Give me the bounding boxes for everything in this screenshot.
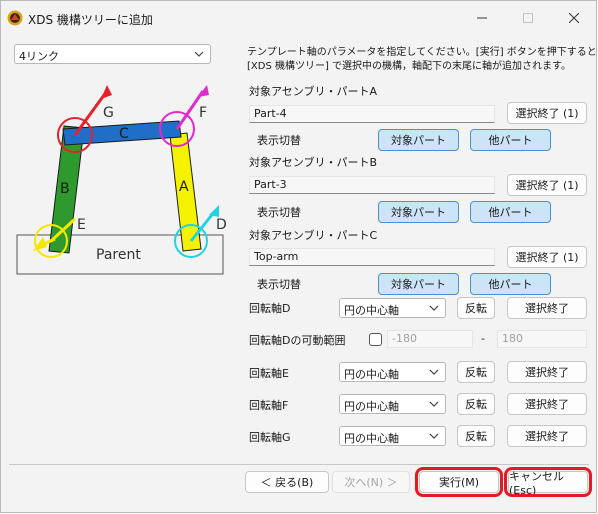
- assembly-a-other-part-button[interactable]: 他パート: [470, 129, 551, 151]
- link-type-select[interactable]: 4リンク: [14, 44, 211, 64]
- axis-g-reverse-button[interactable]: 反転: [457, 425, 495, 447]
- assembly-c-toggle-label: 表示切替: [257, 278, 301, 291]
- axis-e-select-value: 円の中心軸: [344, 368, 399, 381]
- window-title: XDS 機構ツリーに追加: [28, 13, 153, 27]
- label-d: D: [216, 217, 227, 233]
- description-line-2: [XDS 機構ツリー] で選択中の機構，軸配下の末尾に軸が追加されます。: [247, 61, 572, 72]
- assembly-c-other-part-button[interactable]: 他パート: [470, 273, 551, 295]
- execute-button[interactable]: 実行(M): [415, 467, 503, 497]
- assembly-b-field[interactable]: Part-3: [249, 176, 495, 194]
- axis-g-select[interactable]: 円の中心軸: [339, 426, 446, 446]
- axis-e-select-done-button[interactable]: 選択終了: [507, 361, 587, 383]
- parent-label: Parent: [96, 247, 141, 263]
- axis-f-arrow: [198, 85, 209, 97]
- cancel-button[interactable]: キャンセル(Esc): [504, 467, 592, 497]
- label-b: B: [60, 181, 70, 197]
- assembly-a-select-done-button[interactable]: 選択終了 (1): [507, 102, 587, 124]
- axis-d-reverse-button[interactable]: 反転: [457, 297, 495, 319]
- assembly-c-field[interactable]: Top-arm: [249, 248, 495, 266]
- label-f: F: [199, 105, 207, 121]
- footer-separator: [9, 464, 589, 465]
- axis-g-label: 回転軸G: [249, 431, 291, 444]
- axis-f-select[interactable]: 円の中心軸: [339, 394, 446, 414]
- chevron-down-icon: [429, 305, 439, 311]
- axis-d-range-dash: -: [481, 332, 485, 345]
- axis-d-range-min-field[interactable]: -180: [387, 330, 473, 348]
- assembly-b-toggle-label: 表示切替: [257, 206, 301, 219]
- close-button[interactable]: [551, 1, 596, 35]
- assembly-c-target-part-button[interactable]: 対象パート: [378, 273, 459, 295]
- axis-d-select-value: 円の中心軸: [344, 304, 399, 317]
- axis-f-label: 回転軸F: [249, 399, 289, 412]
- chevron-down-icon: [429, 369, 439, 375]
- assembly-b-target-part-button[interactable]: 対象パート: [378, 201, 459, 223]
- axis-e-select[interactable]: 円の中心軸: [339, 362, 446, 382]
- next-button[interactable]: 次へ(N) ＞: [332, 471, 410, 493]
- description-line-1: テンプレート軸のパラメータを指定してください。[実行] ボタンを押下すると: [247, 47, 597, 58]
- minimize-icon: [477, 17, 487, 19]
- assembly-b-label: 対象アセンブリ・パートB: [249, 156, 377, 169]
- close-icon: [569, 13, 579, 23]
- maximize-icon: [523, 13, 533, 23]
- assembly-a-toggle-label: 表示切替: [257, 134, 301, 147]
- axis-d-label: 回転軸D: [249, 302, 291, 315]
- axis-d-arrow: [209, 205, 219, 217]
- assembly-a-label: 対象アセンブリ・パートA: [249, 85, 377, 98]
- assembly-a-target-part-button[interactable]: 対象パート: [378, 129, 459, 151]
- dialog-window: XDS 機構ツリーに追加 4リンク Parent G F C B A E D テ…: [0, 0, 597, 513]
- chevron-down-icon: [429, 401, 439, 407]
- axis-g-select-done-button[interactable]: 選択終了: [507, 425, 587, 447]
- assembly-c-select-done-button[interactable]: 選択終了 (1): [507, 246, 587, 268]
- axis-d-range-label: 回転軸Dの可動範囲: [249, 334, 346, 347]
- label-c: C: [119, 126, 129, 142]
- back-button[interactable]: ＜ 戻る(B): [245, 471, 329, 493]
- axis-g-select-value: 円の中心軸: [344, 432, 399, 445]
- axis-d-range-checkbox[interactable]: [369, 333, 382, 346]
- assembly-b-other-part-button[interactable]: 他パート: [470, 201, 551, 223]
- chevron-down-icon: [429, 433, 439, 439]
- axis-d-select[interactable]: 円の中心軸: [339, 298, 446, 318]
- axis-e-reverse-button[interactable]: 反転: [457, 361, 495, 383]
- maximize-button[interactable]: [505, 1, 551, 35]
- minimize-button[interactable]: [459, 1, 505, 35]
- label-g: G: [103, 105, 114, 121]
- axis-f-select-done-button[interactable]: 選択終了: [507, 393, 587, 415]
- app-icon: [7, 10, 23, 26]
- assembly-c-label: 対象アセンブリ・パートC: [249, 229, 378, 242]
- label-a: A: [179, 179, 189, 195]
- mechanism-diagram: Parent G F C B A E D: [16, 85, 227, 275]
- axis-f-select-value: 円の中心軸: [344, 400, 399, 413]
- chevron-down-icon: [194, 51, 204, 57]
- axis-g-arrow: [101, 85, 112, 99]
- axis-f-reverse-button[interactable]: 反転: [457, 393, 495, 415]
- label-e: E: [77, 217, 86, 233]
- title-bar: XDS 機構ツリーに追加: [1, 1, 596, 35]
- link-type-value: 4リンク: [19, 50, 59, 63]
- axis-d-range-max-field[interactable]: 180: [497, 330, 587, 348]
- axis-e-label: 回転軸E: [249, 367, 289, 380]
- assembly-a-field[interactable]: Part-4: [249, 105, 495, 123]
- axis-d-select-done-button[interactable]: 選択終了: [507, 297, 587, 319]
- assembly-b-select-done-button[interactable]: 選択終了 (1): [507, 174, 587, 196]
